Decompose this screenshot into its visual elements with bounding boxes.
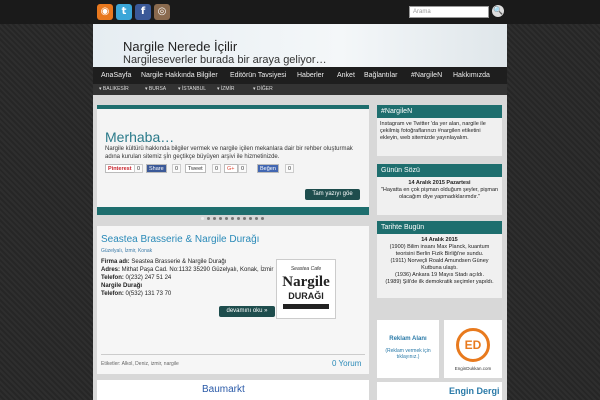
ad-banner[interactable]: Baumarkt [97, 380, 369, 400]
like-button[interactable]: Beğen [257, 164, 279, 173]
facebook-share-button[interactable]: Share [146, 164, 167, 173]
post-tags[interactable]: Etiketler: Alkol, Deniz, izmir, nargile [101, 361, 179, 367]
widget-title-hashtag: #NargileN [377, 105, 502, 118]
slider-dot[interactable] [255, 217, 258, 220]
pinterest-count: 0 [134, 164, 144, 173]
nav-item-nargile-bilgiler[interactable]: Nargile Hakkında Bilgiler [141, 67, 218, 84]
subnav-diger[interactable]: ▾ DİĞER [253, 84, 273, 95]
slider-dot[interactable] [243, 217, 246, 220]
widget-title-quote: Günün Sözü [377, 164, 502, 177]
divider [101, 354, 365, 355]
search-input[interactable]: Arama [409, 6, 489, 18]
slider-dot[interactable] [249, 217, 252, 220]
widget-hashtag: Instagram ve Twitter 'da yer alan, nargi… [377, 118, 502, 156]
top-bar: ◉ t f ◎ Arama 🔍 [0, 0, 600, 24]
post-title[interactable]: Seastea Brasserie & Nargile Durağı [101, 234, 259, 245]
continue-reading-button[interactable]: devamını oku » [219, 306, 275, 317]
site-header: Nargile Nerede İçilir Nargileseverler bu… [93, 24, 507, 67]
slider-dot[interactable] [213, 217, 216, 220]
read-more-button[interactable]: Tam yazıyı göe [305, 189, 360, 200]
subnav-izmir[interactable]: ▾ İZMİR [217, 84, 235, 95]
nav-item-editor[interactable]: Editörün Tavsiyesi [230, 67, 286, 84]
nav-item-anasayfa[interactable]: AnaSayfa [101, 67, 131, 84]
slide-text: Nargile kültürü hakkında bilgiler vermek… [105, 146, 353, 160]
gplus-button[interactable]: G+ [224, 164, 238, 173]
engin-logo-icon: ED [456, 328, 490, 362]
post-categories[interactable]: Güzelyalı, İzmir, Konak [101, 248, 152, 254]
nav-item-baglantilar[interactable]: Bağlantılar [364, 67, 397, 84]
nav-item-hakkimizda[interactable]: Hakkımızda [453, 67, 490, 84]
search-icon[interactable]: 🔍 [492, 5, 504, 17]
slide-title[interactable]: Merhaba… [105, 129, 174, 145]
slider-dot[interactable] [231, 217, 234, 220]
slider-dot[interactable] [237, 217, 240, 220]
twitter-icon[interactable]: t [116, 4, 132, 20]
slider-dot[interactable] [219, 217, 222, 220]
slider-dot[interactable] [225, 217, 228, 220]
subnav-istanbul[interactable]: ▾ İSTANBUL [178, 84, 206, 95]
subnav-bursa[interactable]: ▾ BURSA [145, 84, 166, 95]
tweet-button[interactable]: Tweet [185, 164, 206, 173]
comments-link[interactable]: 0 Yorum [332, 359, 361, 368]
post-line: Firma adı: Seastea Brasserie & Nargile D… [101, 259, 227, 265]
post-line: Nargile Durağı [101, 283, 143, 289]
post-line: Adres: Mithat Paşa Cad. No:1132 35290 Gü… [101, 267, 274, 273]
ad-slot-bottom[interactable]: Engin Dergi [377, 382, 502, 400]
site-title[interactable]: Nargile Nerede İçilir [123, 39, 237, 54]
pinterest-button[interactable]: Pinterest [105, 164, 135, 173]
ad-slot-left[interactable]: Reklam Alanı (Reklam vermek için tıklayı… [377, 320, 439, 378]
post-line: Telefon: 0(232) 247 51 24 [101, 275, 172, 281]
widget-quote: 14 Aralık 2015 Pazartesi "Hayatta en çok… [377, 177, 502, 215]
like-count: 0 [285, 164, 295, 173]
slider-dot[interactable] [261, 217, 264, 220]
featured-slider: Merhaba… Nargile kültürü hakkında bilgil… [97, 105, 369, 215]
rss-icon[interactable]: ◉ [97, 4, 113, 20]
instagram-icon[interactable]: ◎ [154, 4, 170, 20]
widget-title-history: Tarihte Bugün [377, 221, 502, 234]
subnav-balikesir[interactable]: ▾ BALIKESİR [99, 84, 129, 95]
site-description: Nargileseverler burada bir araya geliyor… [123, 54, 327, 66]
gplus-count: 0 [238, 164, 248, 173]
post-card: Seastea Brasserie & Nargile Durağı Güzel… [97, 226, 369, 374]
facebook-share-count: 0 [172, 164, 182, 173]
post-line: Telefon: 0(532) 131 73 70 [101, 291, 172, 297]
nav-item-nargilen[interactable]: #NargileN [411, 67, 442, 84]
tweet-count: 0 [212, 164, 222, 173]
ad-label[interactable]: Baumarkt [202, 384, 245, 395]
slider-dot[interactable] [201, 217, 204, 220]
slider-dot[interactable] [207, 217, 210, 220]
sub-nav: ▾ BALIKESİR ▾ BURSA ▾ İSTANBUL ▾ İZMİR ▾… [93, 84, 507, 95]
widget-history: 14 Aralık 2015 (1900) Bilim insanı Max P… [377, 234, 502, 298]
nav-item-haberler[interactable]: Haberler [297, 67, 324, 84]
post-image[interactable]: Seastea Cafe Nargile DURAĞI [276, 259, 336, 319]
slider-pagination [97, 216, 369, 222]
main-nav: AnaSayfa Nargile Hakkında Bilgiler Editö… [93, 67, 507, 84]
ad-slot-right[interactable]: ED EnginDukkan.com [444, 320, 502, 378]
facebook-icon[interactable]: f [135, 4, 151, 20]
nav-item-anket[interactable]: Anket [337, 67, 355, 84]
